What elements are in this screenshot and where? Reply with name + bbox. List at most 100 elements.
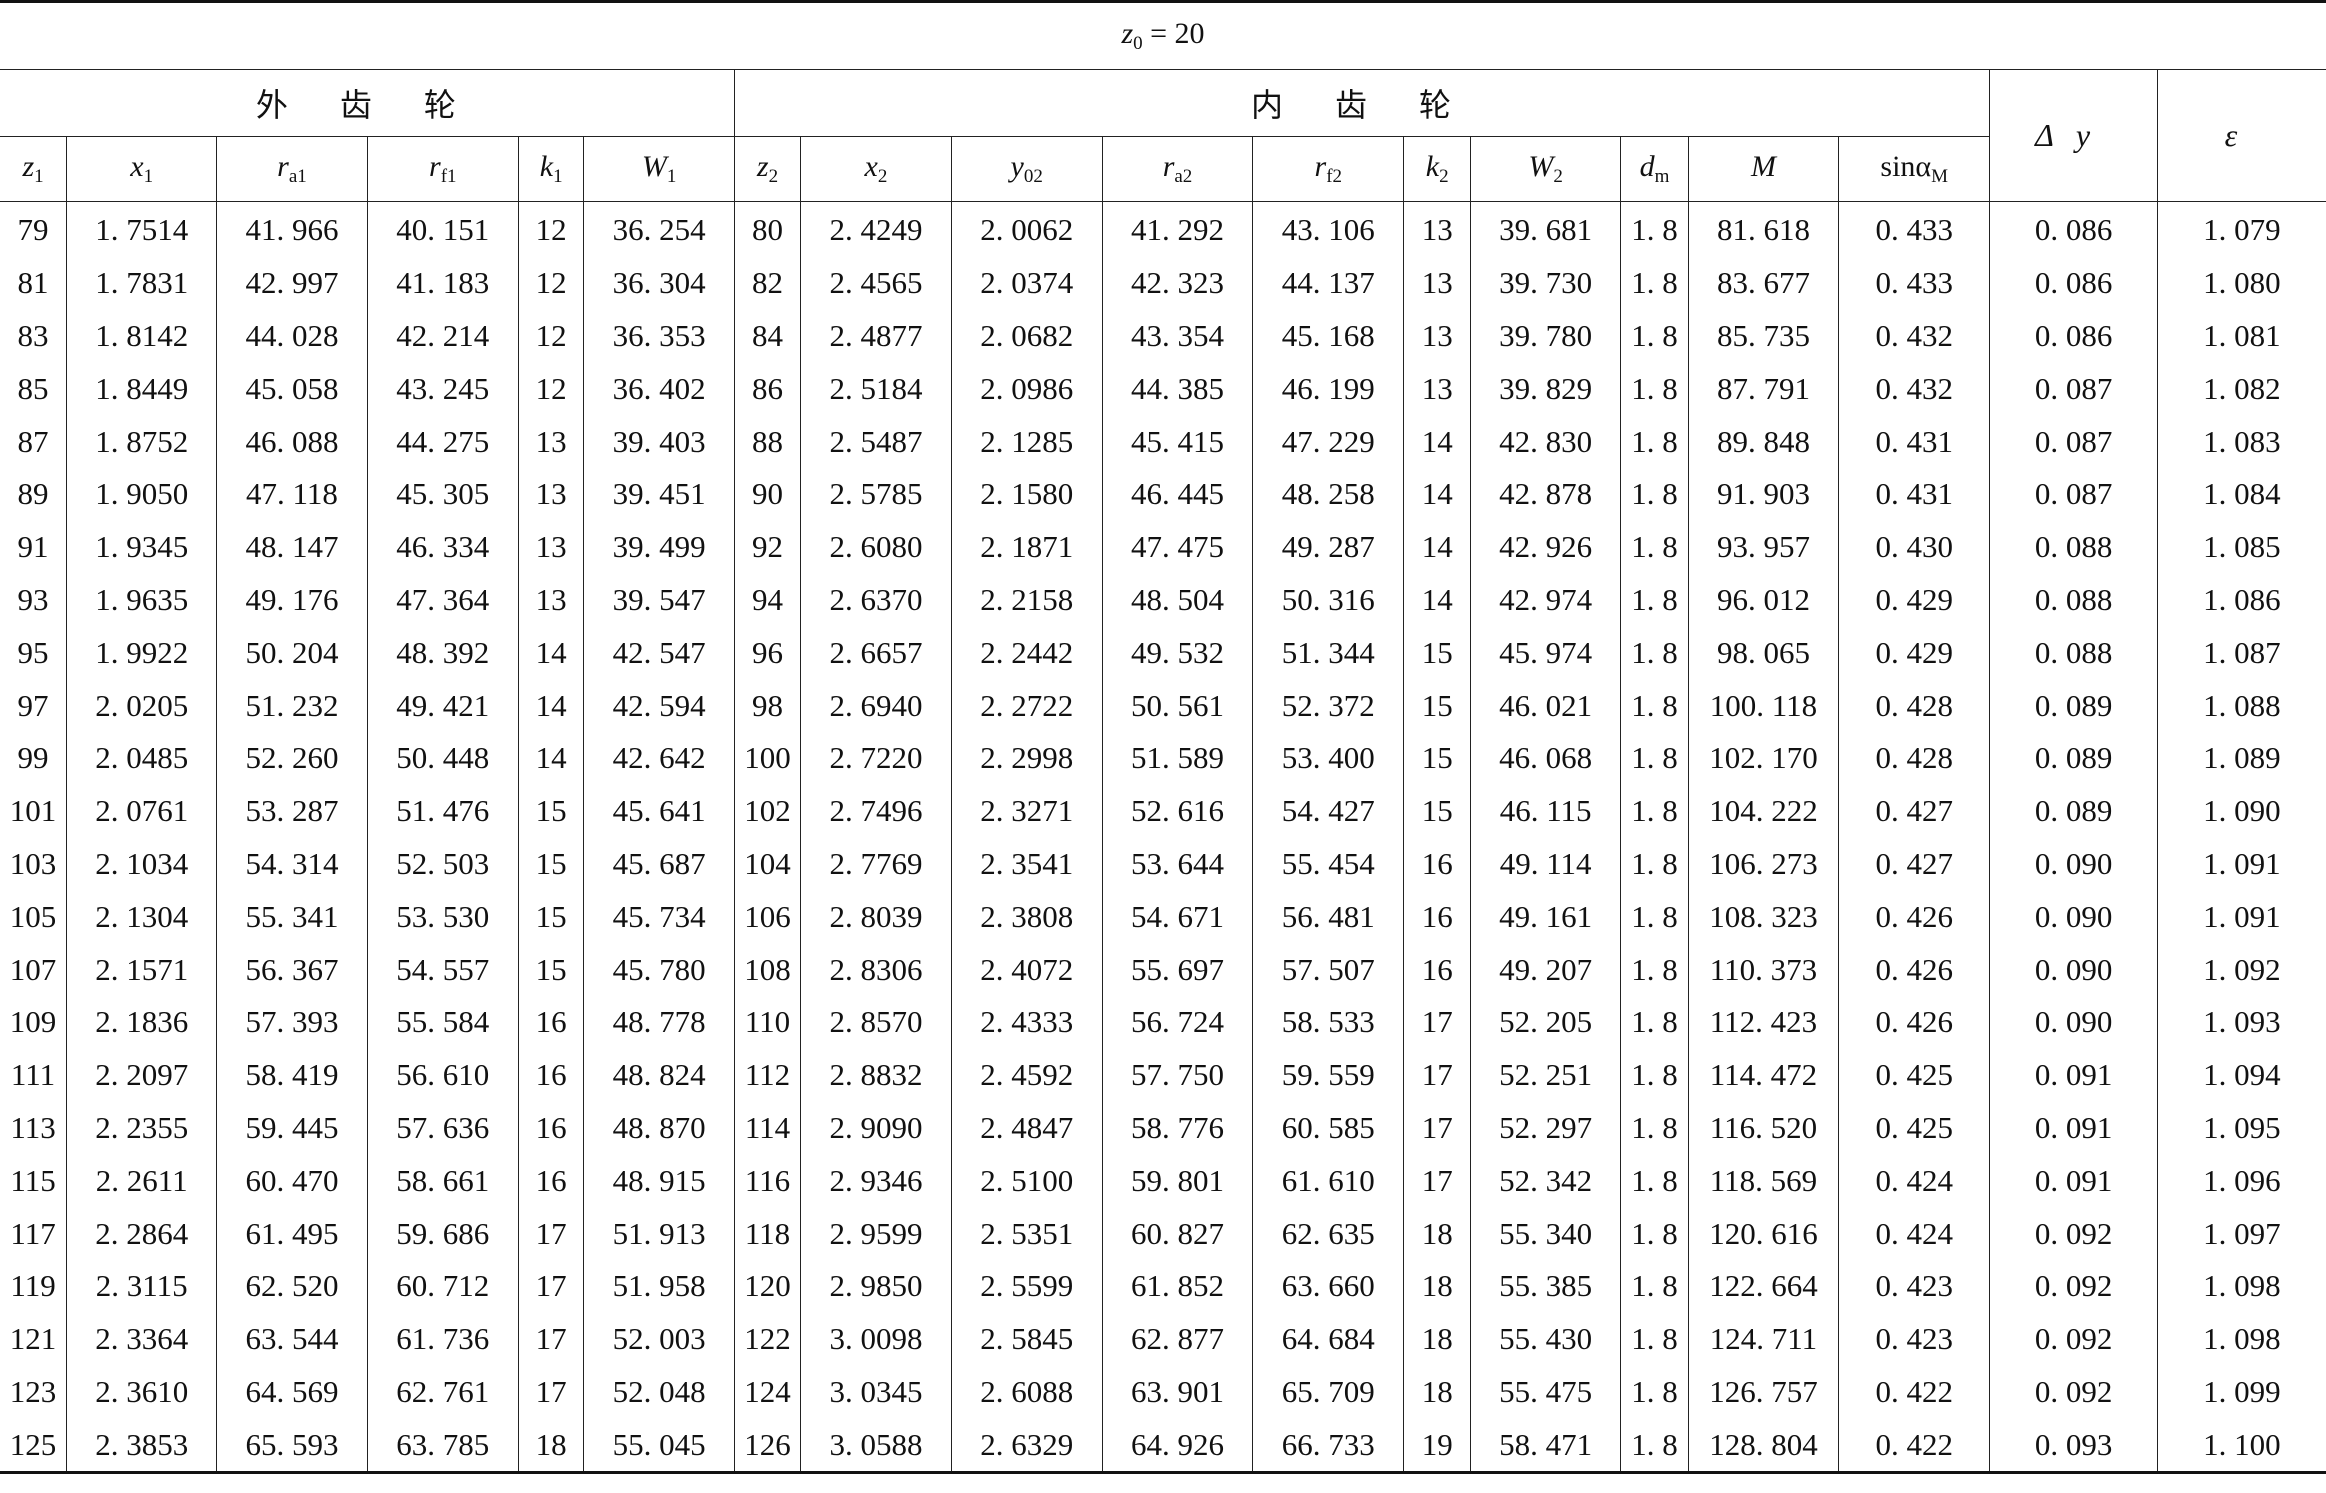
cell-W2: 52. 297 [1469, 1101, 1622, 1155]
cell-y02: 2. 4072 [950, 943, 1103, 996]
cell-ra2: 61. 852 [1101, 1259, 1254, 1313]
cell-ra1: 46. 088 [216, 415, 368, 468]
cell-M: 108. 323 [1687, 890, 1840, 944]
cell-W1: 52. 003 [583, 1312, 735, 1366]
cell-epsilon: 1. 085 [2156, 520, 2326, 574]
cell-k2: 15 [1403, 731, 1471, 785]
cell-sin-alpha-M: 0. 422 [1838, 1365, 1991, 1419]
cell-W2: 49. 114 [1469, 837, 1622, 891]
cell-W1: 51. 913 [583, 1207, 735, 1260]
cell-k1: 18 [517, 1418, 585, 1473]
cell-x1: 2. 1571 [66, 943, 218, 996]
cell-k1: 12 [517, 309, 585, 363]
cell-W2: 42. 878 [1469, 467, 1622, 521]
cell-ra2: 59. 801 [1101, 1154, 1254, 1208]
cell-rf1: 46. 334 [366, 520, 519, 574]
cell-epsilon: 1. 087 [2156, 626, 2326, 680]
cell-k2: 18 [1403, 1259, 1471, 1313]
outer-gear-group-header: 外 齿 轮 [0, 69, 735, 137]
cell-M: 106. 273 [1687, 837, 1840, 891]
cell-epsilon: 1. 081 [2156, 309, 2326, 363]
cell-sin-alpha-M: 0. 425 [1838, 1048, 1991, 1102]
cell-ra2: 52. 616 [1101, 784, 1254, 838]
cell-rf2: 52. 372 [1252, 679, 1405, 732]
cell-z1: 79 [0, 201, 68, 257]
cell-W1: 48. 778 [583, 995, 735, 1049]
cell-rf2: 61. 610 [1252, 1154, 1405, 1208]
cell-y02: 2. 2158 [950, 573, 1103, 627]
cell-rf1: 47. 364 [366, 573, 519, 627]
cell-k1: 14 [517, 626, 585, 680]
cell-k2: 15 [1403, 679, 1471, 732]
cell-z1: 125 [0, 1418, 68, 1473]
cell-x2: 2. 4565 [800, 256, 952, 310]
cell-dm: 1. 8 [1620, 309, 1689, 363]
cell-y02: 2. 4847 [950, 1101, 1103, 1155]
header-x2: x2 [800, 136, 952, 202]
cell-W1: 45. 687 [583, 837, 735, 891]
cell-z2: 118 [733, 1207, 802, 1260]
cell-z2: 122 [733, 1312, 802, 1366]
cell-k2: 14 [1403, 520, 1471, 574]
cell-W2: 55. 430 [1469, 1312, 1622, 1366]
cell-z2: 106 [733, 890, 802, 944]
cell-dm: 1. 8 [1620, 520, 1689, 574]
cell-k2: 17 [1403, 1048, 1471, 1102]
cell-ra1: 54. 314 [216, 837, 368, 891]
header-sin-alpha-M: sinαM [1838, 136, 1990, 202]
cell-dm: 1. 8 [1620, 784, 1689, 838]
cell-dm: 1. 8 [1620, 626, 1689, 680]
cell-delta-y: 0. 090 [1989, 837, 2158, 891]
table-row: 97 2. 0205 51. 232 49. 421 14 42. 594 98 2. 694… [0, 679, 2326, 732]
cell-y02: 2. 6329 [950, 1418, 1103, 1473]
cell-M: 116. 520 [1687, 1101, 1840, 1155]
cell-epsilon: 1. 091 [2156, 890, 2326, 944]
cell-y02: 2. 1871 [950, 520, 1103, 574]
cell-M: 110. 373 [1687, 943, 1840, 996]
cell-ra1: 60. 470 [216, 1154, 368, 1208]
header-M: M [1687, 136, 1840, 202]
cell-z1: 95 [0, 626, 68, 680]
cell-M: 87. 791 [1687, 362, 1840, 416]
cell-z2: 84 [733, 309, 802, 363]
cell-x2: 3. 0345 [800, 1365, 952, 1419]
table-body: 79 1. 7514 41. 966 40. 151 12 36. 254 80 2. 424… [0, 201, 2326, 1473]
cell-z1: 121 [0, 1312, 68, 1366]
cell-ra2: 45. 415 [1101, 415, 1254, 468]
cell-rf2: 46. 199 [1252, 362, 1405, 416]
cell-x1: 2. 1034 [66, 837, 218, 891]
cell-sin-alpha-M: 0. 424 [1838, 1154, 1991, 1208]
cell-x1: 2. 2355 [66, 1101, 218, 1155]
cell-k1: 17 [517, 1259, 585, 1313]
cell-W2: 46. 115 [1469, 784, 1622, 838]
cell-ra1: 50. 204 [216, 626, 368, 680]
cell-delta-y: 0. 091 [1989, 1048, 2158, 1102]
cell-dm: 1. 8 [1620, 1418, 1689, 1473]
cell-z1: 119 [0, 1259, 68, 1313]
cell-rf1: 41. 183 [366, 256, 519, 310]
cell-sin-alpha-M: 0. 431 [1838, 467, 1991, 521]
cell-ra1: 58. 419 [216, 1048, 368, 1102]
cell-y02: 2. 5100 [950, 1154, 1103, 1208]
cell-y02: 2. 4333 [950, 995, 1103, 1049]
cell-z2: 120 [733, 1259, 802, 1313]
cell-ra1: 62. 520 [216, 1259, 368, 1313]
cell-z1: 85 [0, 362, 68, 416]
table-row: 125 2. 3853 65. 593 63. 785 18 55. 045 126 3. 0… [0, 1418, 2326, 1473]
cell-y02: 2. 1580 [950, 467, 1103, 521]
cell-epsilon: 1. 097 [2156, 1207, 2326, 1260]
cell-ra1: 42. 997 [216, 256, 368, 310]
cell-epsilon: 1. 098 [2156, 1259, 2326, 1313]
cell-rf2: 49. 287 [1252, 520, 1405, 574]
cell-z1: 89 [0, 467, 68, 521]
cell-rf1: 45. 305 [366, 467, 519, 521]
cell-k1: 12 [517, 256, 585, 310]
title-variable: z [1121, 17, 1134, 50]
cell-epsilon: 1. 099 [2156, 1365, 2326, 1419]
cell-rf2: 56. 481 [1252, 890, 1405, 944]
cell-epsilon: 1. 090 [2156, 784, 2326, 838]
cell-y02: 2. 0986 [950, 362, 1103, 416]
cell-k2: 17 [1403, 1154, 1471, 1208]
cell-epsilon: 1. 084 [2156, 467, 2326, 521]
cell-delta-y: 0. 089 [1989, 679, 2158, 732]
